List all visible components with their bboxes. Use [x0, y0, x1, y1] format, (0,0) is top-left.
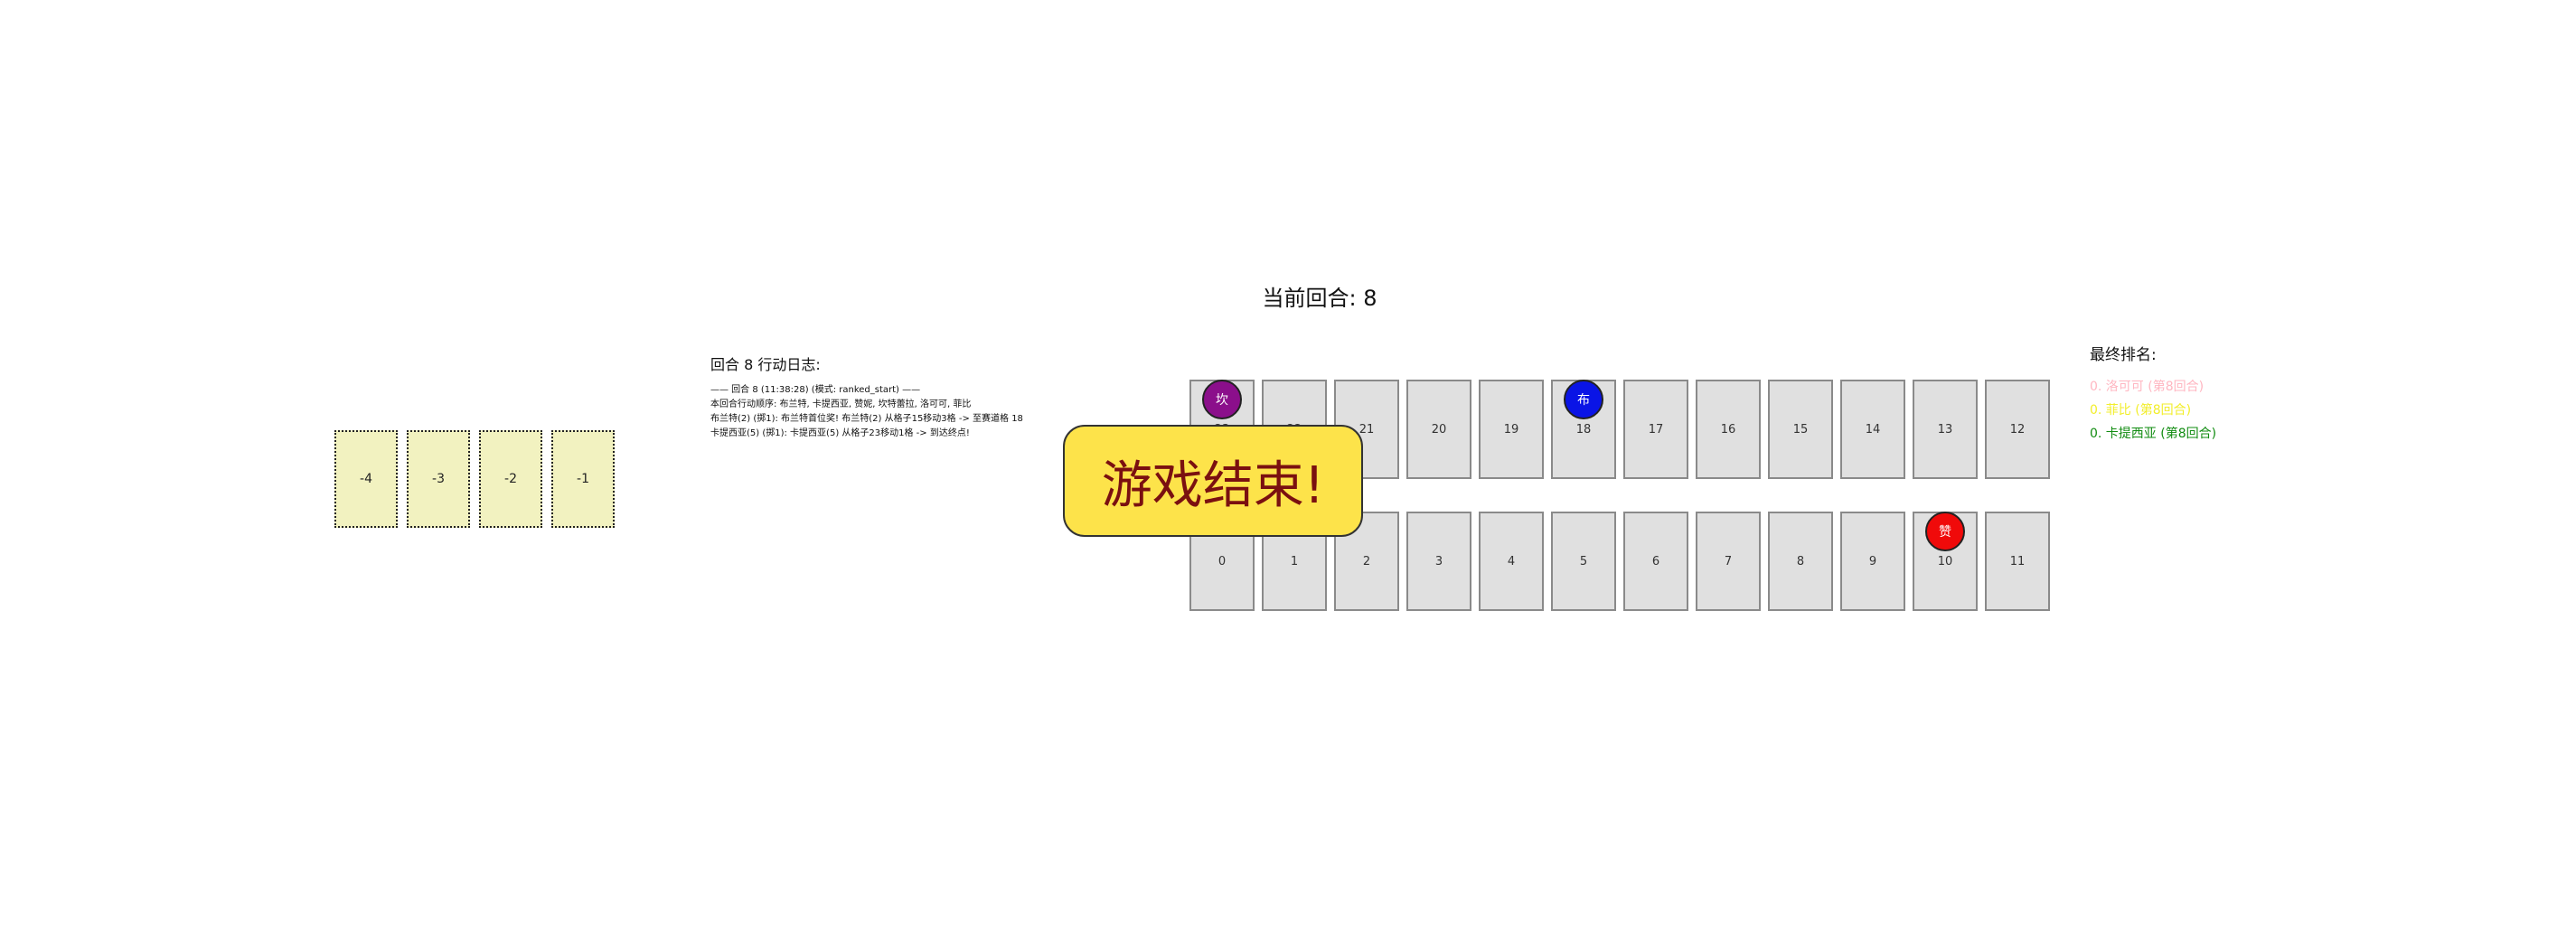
- track-cell-20[interactable]: 20: [1406, 380, 1471, 479]
- start-cell[interactable]: -3: [407, 430, 470, 528]
- track-cell-5[interactable]: 5: [1551, 512, 1616, 611]
- ranking-title: 最终排名:: [2090, 346, 2157, 364]
- ranking-item: 0. 洛可可 (第8回合): [2090, 380, 2205, 394]
- track-cell-6[interactable]: 6: [1623, 512, 1688, 611]
- start-cell[interactable]: -4: [334, 430, 398, 528]
- track-cell-7[interactable]: 7: [1696, 512, 1761, 611]
- log-line: —— 回合 8 (11:38:28) (模式: ranked_start) ——: [710, 385, 921, 395]
- track-cell-11[interactable]: 11: [1985, 512, 2050, 611]
- ranking-item: 0. 菲比 (第8回合): [2090, 403, 2192, 418]
- track-cell-12[interactable]: 12: [1985, 380, 2050, 479]
- track-cell-3[interactable]: 3: [1406, 512, 1471, 611]
- track-cell-15[interactable]: 15: [1768, 380, 1833, 479]
- game-over-banner: 游戏结束!: [1063, 425, 1363, 537]
- action-log-title: 回合 8 行动日志:: [710, 356, 821, 373]
- track-cell-16[interactable]: 16: [1696, 380, 1761, 479]
- track-cell-8[interactable]: 8: [1768, 512, 1833, 611]
- start-cell[interactable]: -1: [551, 430, 615, 528]
- player-token[interactable]: 布: [1564, 380, 1603, 419]
- log-line: 布兰特(2) (掷1): 布兰特首位奖! 布兰特(2) 从格子15移动3格 ->…: [710, 414, 1023, 424]
- track-cell-14[interactable]: 14: [1840, 380, 1905, 479]
- track-cell-4[interactable]: 4: [1479, 512, 1544, 611]
- log-line: 本回合行动顺序: 布兰特, 卡提西亚, 赞妮, 坎特蕾拉, 洛可可, 菲比: [710, 399, 972, 409]
- final-ranking: 最终排名: 0. 洛可可 (第8回合) 0. 菲比 (第8回合) 0. 卡提西亚…: [2090, 342, 2379, 446]
- player-token[interactable]: 坎: [1202, 380, 1242, 419]
- track-cell-9[interactable]: 9: [1840, 512, 1905, 611]
- start-cell[interactable]: -2: [479, 430, 542, 528]
- track-cell-17[interactable]: 17: [1623, 380, 1688, 479]
- player-token[interactable]: 赞: [1925, 512, 1965, 551]
- start-area: -4 -3 -2 -1: [334, 430, 624, 531]
- ranking-item: 0. 卡提西亚 (第8回合): [2090, 427, 2217, 441]
- track-cell-19[interactable]: 19: [1479, 380, 1544, 479]
- track-cell-13[interactable]: 13: [1913, 380, 1978, 479]
- current-round-label: 当前回合: 8: [1262, 286, 1377, 311]
